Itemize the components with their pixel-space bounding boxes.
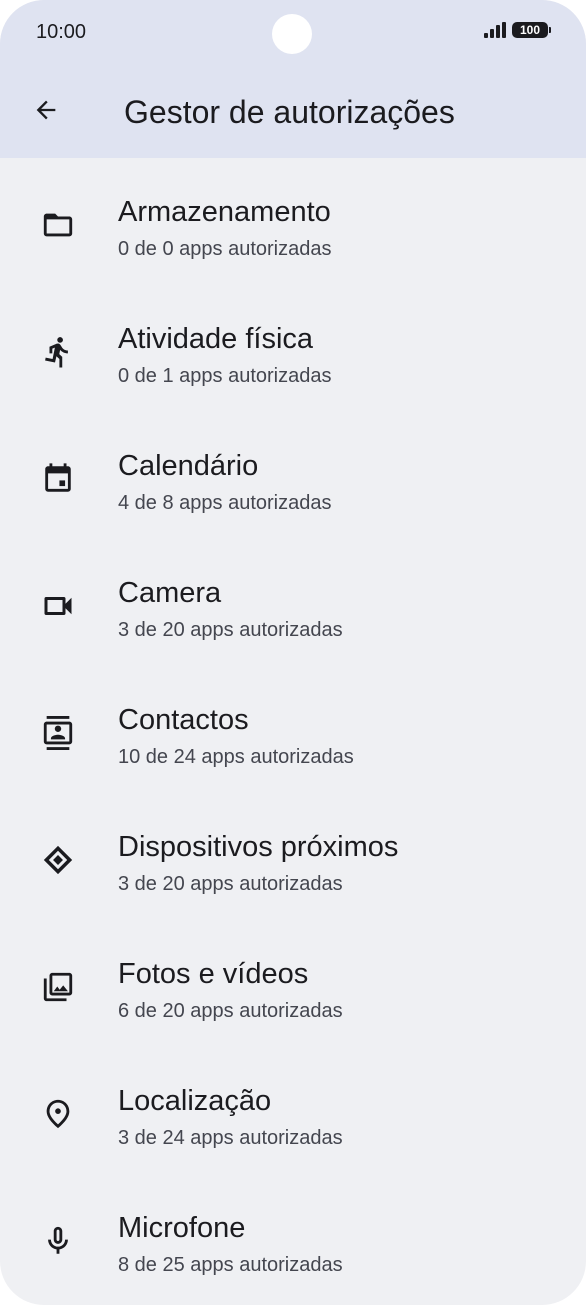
nearby-devices-icon xyxy=(36,838,80,882)
battery-icon: 100 xyxy=(512,22,551,38)
item-label: Dispositivos próximos xyxy=(118,831,399,863)
list-item-calendario[interactable]: Calendário 4 de 8 apps autorizadas xyxy=(0,412,586,539)
item-label: Microfone xyxy=(118,1212,246,1244)
permission-list: Armazenamento 0 de 0 apps autorizadas At… xyxy=(0,158,586,1301)
top-bar: 10:00 100 Gestor de autorizações xyxy=(0,0,586,158)
list-item-localizacao[interactable]: Localização 3 de 24 apps autorizadas xyxy=(0,1047,586,1174)
item-summary: 0 de 0 apps autorizadas xyxy=(118,238,332,260)
list-item-contactos[interactable]: Contactos 10 de 24 apps autorizadas xyxy=(0,666,586,793)
page-title: Gestor de autorizações xyxy=(124,94,455,130)
back-button[interactable] xyxy=(22,86,70,134)
item-label: Contactos xyxy=(118,704,249,736)
phone-screen: 10:00 100 Gestor de autorizações Armazen… xyxy=(0,0,586,1305)
item-summary: 8 de 25 apps autorizadas xyxy=(118,1254,343,1276)
list-item-dispositivos-proximos[interactable]: Dispositivos próximos 3 de 20 apps autor… xyxy=(0,793,586,920)
item-label: Armazenamento xyxy=(118,196,331,228)
app-bar: Gestor de autorizações xyxy=(0,80,586,144)
folder-icon xyxy=(36,203,80,247)
video-camera-icon xyxy=(36,584,80,628)
item-summary: 4 de 8 apps autorizadas xyxy=(118,492,332,514)
list-item-atividade-fisica[interactable]: Atividade física 0 de 1 apps autorizadas xyxy=(0,285,586,412)
calendar-icon xyxy=(36,457,80,501)
item-summary: 6 de 20 apps autorizadas xyxy=(118,1000,343,1022)
location-pin-icon xyxy=(36,1092,80,1136)
status-icons: 100 xyxy=(484,22,551,38)
list-item-microfone[interactable]: Microfone 8 de 25 apps autorizadas xyxy=(0,1174,586,1301)
list-item-camera[interactable]: Camera 3 de 20 apps autorizadas xyxy=(0,539,586,666)
list-item-fotos-e-videos[interactable]: Fotos e vídeos 6 de 20 apps autorizadas xyxy=(0,920,586,1047)
item-label: Fotos e vídeos xyxy=(118,958,309,990)
camera-cutout xyxy=(272,14,312,54)
running-icon xyxy=(36,330,80,374)
item-summary: 3 de 20 apps autorizadas xyxy=(118,873,343,895)
item-label: Camera xyxy=(118,577,222,609)
contacts-icon xyxy=(36,711,80,755)
signal-icon xyxy=(484,22,506,38)
arrow-back-icon xyxy=(36,100,56,120)
item-summary: 10 de 24 apps autorizadas xyxy=(118,746,354,768)
item-summary: 3 de 20 apps autorizadas xyxy=(118,619,343,641)
item-summary: 0 de 1 apps autorizadas xyxy=(118,365,332,387)
item-label: Atividade física xyxy=(118,323,314,355)
item-label: Calendário xyxy=(118,450,259,482)
list-item-armazenamento[interactable]: Armazenamento 0 de 0 apps autorizadas xyxy=(0,158,586,285)
photo-library-icon xyxy=(36,965,80,1009)
item-summary: 3 de 24 apps autorizadas xyxy=(118,1127,343,1149)
item-label: Localização xyxy=(118,1085,272,1117)
microphone-icon xyxy=(36,1219,80,1263)
status-time: 10:00 xyxy=(36,21,87,43)
